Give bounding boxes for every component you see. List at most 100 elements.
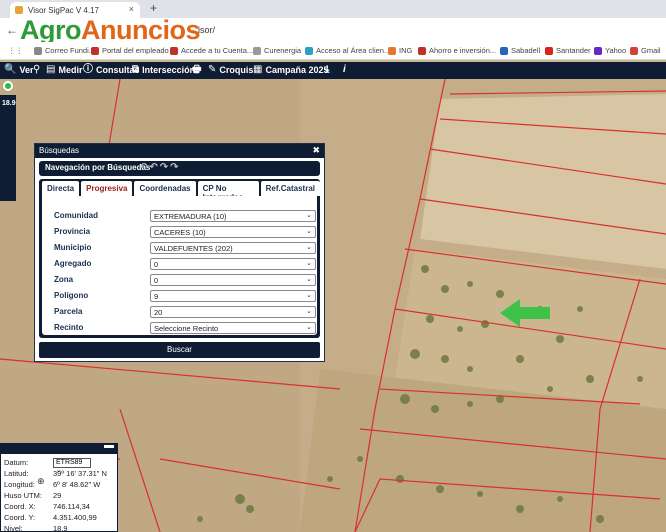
globe-icon: ⊕ — [37, 476, 45, 486]
latitude-label: Latitud: — [4, 469, 29, 478]
bookmark-item[interactable]: Correo Fundi... — [34, 46, 95, 55]
intersection-icon: ⧉ — [132, 64, 140, 75]
apps-grid-icon[interactable]: ⋮⋮ — [8, 46, 23, 55]
navigation-bar: Navegación por Búsquedas ↶↶↷↷ — [39, 161, 320, 176]
field-recinto: Recinto Seleccione Recinto ⌄ — [54, 322, 316, 334]
bookmark-item[interactable]: Santander — [545, 46, 591, 55]
history-arrows-icon[interactable]: ↶↶↷↷ — [139, 162, 181, 173]
bookmark-favicon-icon — [170, 46, 178, 55]
bookmark-favicon-icon — [305, 46, 313, 55]
ver-button[interactable]: 🔍 Ver — [4, 64, 33, 76]
bookmarks-bar: ⋮⋮ Correo Fundi... Portal del empleado A… — [0, 42, 666, 60]
info-icon: ⓘ — [83, 64, 93, 75]
bookmark-item[interactable]: ING — [388, 46, 412, 55]
chevron-down-icon: ⌄ — [306, 244, 312, 251]
bookmark-favicon-icon — [388, 46, 396, 55]
tab-close-icon[interactable]: × — [129, 4, 134, 14]
pencil-icon: ✎ — [208, 64, 217, 75]
huso-value: 29 — [53, 491, 62, 500]
info-italic-button[interactable]: i — [343, 65, 346, 75]
datum-select[interactable]: ETRS89 ⌄ — [53, 458, 91, 474]
comunidad-select[interactable]: EXTREMADURA (10) ⌄ — [150, 210, 316, 222]
nivel-label: Nivel: — [4, 524, 23, 532]
bookmark-item[interactable]: Yahoo — [594, 46, 626, 55]
zona-select[interactable]: 0 ⌄ — [150, 274, 316, 286]
bookmark-item[interactable]: Accede a tu Cuenta... — [170, 46, 253, 55]
close-icon[interactable]: ✖ — [312, 145, 320, 156]
campana-button[interactable]: ▦ Campaña 2025 — [253, 64, 329, 76]
longitude-label: Longitud: — [4, 480, 35, 489]
search-tabs: Directa Progresiva Coordenadas CP No Int… — [39, 179, 320, 338]
zoom-strip[interactable] — [0, 95, 16, 201]
field-agregado: Agregado 0 ⌄ — [54, 258, 316, 270]
back-arrow-icon[interactable]: ← — [6, 23, 18, 37]
bookmark-item[interactable]: Curenergia — [253, 46, 301, 55]
bookmark-item[interactable]: Gmail — [630, 46, 661, 55]
coord-x-label: Coord. X: — [4, 502, 36, 511]
parcela-select[interactable]: 20 ⌄ — [150, 306, 316, 318]
longitude-value: 6º 8' 48.62" W — [53, 480, 101, 489]
chevron-down-icon: ⌄ — [306, 324, 312, 331]
croquis-button[interactable]: ✎ Croquis — [208, 64, 253, 76]
status-indicator-icon — [3, 81, 13, 91]
chevron-down-icon: ⌄ — [306, 228, 312, 235]
chevron-down-icon: ⌄ — [306, 276, 312, 283]
info-italic-icon: i — [343, 64, 346, 75]
recinto-select[interactable]: Seleccione Recinto ⌄ — [150, 322, 316, 334]
field-zona: Zona 0 ⌄ — [54, 274, 316, 286]
progresiva-form: Comunidad EXTREMADURA (10) ⌄ Provincia CACE… — [42, 196, 317, 335]
new-tab-button[interactable]: + — [150, 1, 157, 15]
field-poligono: Polígono 9 ⌄ — [54, 290, 316, 302]
bookmark-favicon-icon — [91, 46, 99, 55]
navigation-label: Navegación por Búsquedas — [45, 163, 151, 172]
bookmark-item[interactable]: Sabadell — [500, 46, 540, 55]
agroanuncios-watermark-logo: AgroAnuncios — [20, 15, 201, 45]
nivel-value: 18.9 — [53, 524, 68, 532]
bookmark-item[interactable]: Ahorro e inversión... — [418, 46, 496, 55]
municipio-select[interactable]: VALDEFUENTES (202) ⌄ — [150, 242, 316, 254]
coord-y-value: 4.351.400,99 — [53, 513, 97, 522]
tab-coordenadas[interactable]: Coordenadas — [134, 181, 196, 196]
binoculars-button[interactable]: ⚲ — [33, 65, 40, 75]
poligono-select[interactable]: 9 ⌄ — [150, 290, 316, 302]
tab-cp-no-integradas[interactable]: CP No Integradas — [197, 181, 259, 202]
bookmark-favicon-icon — [545, 46, 553, 55]
minimize-icon[interactable]: ▬ — [104, 440, 114, 451]
tab-progresiva[interactable]: Progresiva — [81, 181, 133, 196]
bookmark-favicon-icon — [34, 46, 42, 55]
sigpac-toolbar: 🔍 Ver ⚲ ▤ Medir ⓘ Consultas ⧉ Intersección 🖶… — [0, 62, 666, 79]
bookmark-item[interactable]: Portal del empleado — [91, 46, 169, 55]
medir-button[interactable]: ▤ Medir — [46, 64, 82, 76]
tab-directa[interactable]: Directa — [42, 181, 80, 196]
bookmark-item[interactable]: Acceso al Área clien... — [305, 46, 390, 55]
buscar-button[interactable]: Buscar — [39, 342, 320, 358]
tab-ref-catastral[interactable]: Ref.Catastral — [260, 181, 320, 196]
bookmark-favicon-icon — [594, 46, 602, 55]
watermark-part1: Agro — [20, 15, 82, 45]
field-comunidad: Comunidad EXTREMADURA (10) ⌄ — [54, 210, 316, 222]
watermark-part2: Anuncios — [81, 15, 201, 45]
bookmark-favicon-icon — [418, 46, 426, 55]
binoculars-icon: ⚲ — [33, 64, 41, 75]
interseccion-button[interactable]: ⧉ Intersección — [132, 64, 195, 76]
provincia-select[interactable]: CACERES (10) ⌄ — [150, 226, 316, 238]
field-provincia: Provincia CACERES (10) ⌄ — [54, 226, 316, 238]
download-button[interactable]: ⤓ — [325, 65, 329, 75]
bookmark-favicon-icon — [253, 46, 261, 55]
coordinates-panel: ▬ Datum: ETRS89 ⌄ ⊕ Latitud: 39º 16' 37.… — [0, 440, 118, 532]
print-button[interactable]: 🖶 — [192, 65, 201, 75]
chevron-down-icon: ⌄ — [306, 308, 312, 315]
print-icon: 🖶 — [192, 64, 202, 75]
tab-favicon-icon — [15, 6, 23, 14]
field-municipio: Municipio VALDEFUENTES (202) ⌄ — [54, 242, 316, 254]
coord-x-value: 746.114,34 — [53, 502, 90, 511]
search-icon: 🔍 — [4, 64, 17, 75]
tab-header: Directa Progresiva Coordenadas CP No Int… — [42, 181, 320, 202]
url-text[interactable]: isor/ — [198, 25, 215, 35]
calendar-icon: ▦ — [253, 64, 263, 75]
field-parcela: Parcela 20 ⌄ — [54, 306, 316, 318]
ruler-icon: ▤ — [46, 64, 56, 75]
agregado-select[interactable]: 0 ⌄ — [150, 258, 316, 270]
tab-title: Visor SigPac V 4.17 — [28, 5, 100, 15]
chevron-down-icon: ⌄ — [306, 260, 312, 267]
